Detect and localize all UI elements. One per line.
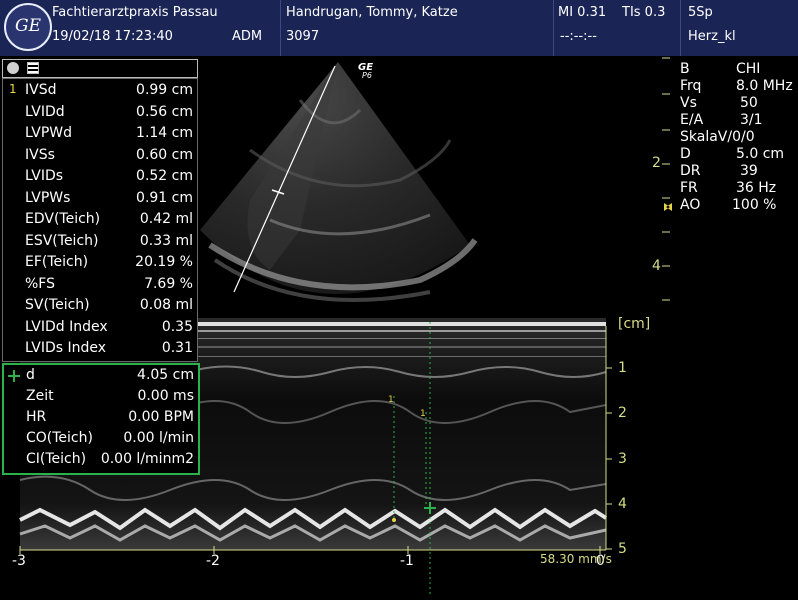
caliper-row[interactable]: CI(Teich) 0.00 l/minm2 (4, 450, 198, 471)
time-readout: --:--:-- (560, 29, 597, 44)
measurement-panel-toolbar (2, 59, 198, 78)
svg-text:1: 1 (420, 409, 426, 419)
mmode-depth-label: 2 (618, 405, 627, 421)
param-label: Frq (680, 78, 702, 94)
measurement-row[interactable]: LVIDd Index 0.35 (3, 318, 197, 339)
caliper-row[interactable]: d 4.05 cm (4, 366, 198, 387)
clinic-name: Fachtierarztpraxis Passau (52, 5, 218, 20)
param-label: AO (680, 197, 701, 213)
measurement-row[interactable]: LVIDd 0.56 cm (3, 103, 197, 124)
measurement-row[interactable]: EF(Teich) 20.19 % (3, 253, 197, 274)
param-label: B (680, 61, 690, 77)
time-tick-label: -2 (206, 553, 220, 569)
param-value: 36 Hz (736, 180, 777, 196)
caliper-crosshair-icon (8, 370, 20, 382)
mmode-depth-label: 1 (618, 360, 627, 376)
mi-value: MI 0.31 (558, 5, 607, 20)
measurement-row[interactable]: LVPWs 0.91 cm (3, 189, 197, 210)
operator: ADM (232, 29, 263, 44)
measurement-row[interactable]: LVPWd 1.14 cm (3, 124, 197, 145)
measurement-row[interactable]: SV(Teich) 0.08 ml (3, 296, 197, 317)
report-icon[interactable] (27, 62, 39, 74)
exam-datetime: 19/02/18 17:23:40 (52, 29, 173, 44)
caliper-row[interactable]: CO(Teich) 0.00 l/min (4, 429, 198, 450)
measurement-row[interactable]: %FS 7.69 % (3, 275, 197, 296)
sweep-speed: 58.30 mm/s (540, 552, 612, 566)
caliper-results-panel: d 4.05 cm Zeit 0.00 ms HR 0.00 BPM CO(Teich… (2, 363, 200, 475)
measurement-row[interactable]: LVIDs Index 0.31 (3, 339, 197, 360)
time-tick-label: -3 (12, 553, 26, 569)
param-value: 5.0 cm (736, 146, 785, 162)
param-value: 100 % (732, 197, 777, 213)
mmode-unit-label: [cm] (618, 316, 651, 332)
patient-id: 3097 (286, 29, 320, 44)
bmode-depth-label: 2 (652, 155, 661, 171)
measurement-results-panel: 1 IVSd 0.99 cm LVIDd 0.56 cm LVPWd 1.14 cm I… (2, 78, 198, 362)
probe-name: 5Sp (688, 5, 713, 20)
patient-name: Handrugan, Tommy, Katze (286, 5, 458, 20)
exam-preset: Herz_kl (688, 29, 736, 44)
tis-value: TIs 0.3 (622, 5, 666, 20)
measurement-row[interactable]: ESV(Teich) 0.33 ml (3, 232, 197, 253)
mmode-depth-label: 3 (618, 451, 627, 467)
param-value: 39 (740, 163, 758, 179)
svg-text:P6: P6 (362, 71, 372, 80)
ge-logo: GE (4, 3, 52, 51)
caliper-row[interactable]: HR 0.00 BPM (4, 408, 198, 429)
probe-marker: GE P6 (358, 62, 373, 80)
measurement-row[interactable]: 1 IVSd 0.99 cm (3, 81, 197, 102)
mmode-depth-label: 4 (618, 496, 627, 512)
record-icon[interactable] (7, 62, 19, 74)
param-label: DR (680, 163, 701, 179)
bmode-depth-scale (662, 57, 672, 301)
param-value: CHI (736, 61, 761, 77)
param-value: 3/1 (740, 112, 763, 128)
measurement-row[interactable]: IVSs 0.60 cm (3, 146, 197, 167)
param-label: E/A (680, 112, 704, 128)
bmode-depth-label: 4 (652, 258, 661, 274)
bmode-sector (200, 62, 478, 303)
param-label: Vs (680, 95, 697, 111)
param-label: FR (680, 180, 698, 196)
param-value: 8.0 MHz (736, 78, 793, 94)
time-tick-label: -1 (400, 553, 414, 569)
caliper-row[interactable]: Zeit 0.00 ms (4, 387, 198, 408)
mmode-depth-label: 5 (618, 541, 627, 557)
param-label: D (680, 146, 691, 162)
measurement-row[interactable]: EDV(Teich) 0.42 ml (3, 210, 197, 231)
measurement-row[interactable]: LVIDs 0.52 cm (3, 167, 197, 188)
header-bar: GE Fachtierarztpraxis Passau 19/02/18 17… (0, 0, 798, 56)
param-value: 50 (740, 95, 758, 111)
param-label: SkalaV/0/0 (680, 129, 755, 145)
svg-text:1: 1 (388, 395, 394, 405)
